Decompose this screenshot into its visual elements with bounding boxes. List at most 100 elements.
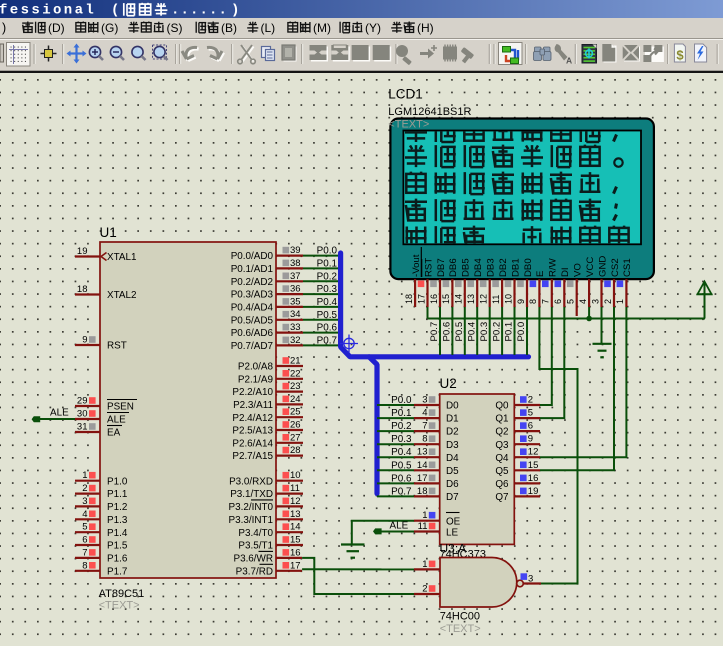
- svg-text:17: 17: [290, 560, 301, 571]
- svg-text:$: $: [676, 48, 684, 63]
- svg-text:RST: RST: [107, 341, 127, 352]
- svg-text:P1.2: P1.2: [107, 502, 127, 513]
- svg-text:30: 30: [77, 409, 88, 420]
- svg-text:P3.6/WR: P3.6/WR: [233, 554, 273, 565]
- svg-text:A: A: [566, 56, 572, 66]
- svg-text:39: 39: [290, 245, 301, 256]
- svg-text:P0.2/AD2: P0.2/AD2: [231, 277, 273, 288]
- svg-text:AT89C51: AT89C51: [99, 588, 145, 600]
- svg-text:D1: D1: [446, 414, 459, 425]
- svg-text:21: 21: [290, 356, 301, 367]
- svg-text:LCD1: LCD1: [388, 87, 423, 102]
- svg-text:DB7: DB7: [436, 258, 447, 277]
- svg-text:9: 9: [82, 335, 87, 346]
- svg-text:8: 8: [422, 434, 427, 445]
- svg-text:16: 16: [290, 547, 301, 558]
- svg-text:17: 17: [416, 294, 426, 304]
- svg-text:9: 9: [528, 434, 533, 445]
- svg-text:11: 11: [491, 295, 501, 304]
- svg-text:GND: GND: [597, 256, 608, 277]
- svg-text:P0.7: P0.7: [429, 322, 440, 342]
- svg-text:74HC00: 74HC00: [440, 611, 480, 623]
- svg-text:2: 2: [528, 395, 533, 406]
- svg-text:DI: DI: [560, 267, 571, 277]
- svg-text:4: 4: [422, 408, 427, 419]
- svg-text:12: 12: [528, 447, 539, 458]
- svg-text:12: 12: [479, 294, 489, 304]
- svg-text:(M): (M): [313, 21, 331, 35]
- svg-text:14: 14: [454, 294, 464, 304]
- svg-text:E: E: [535, 271, 546, 277]
- svg-text:P0.7/AD7: P0.7/AD7: [231, 341, 273, 352]
- svg-text:P1.0: P1.0: [107, 476, 128, 487]
- svg-text:P0.3: P0.3: [391, 434, 412, 445]
- svg-text:P0.1/AD1: P0.1/AD1: [231, 264, 274, 275]
- svg-text:P3.5/T1: P3.5/T1: [238, 541, 273, 552]
- svg-text:P3.1/TXD: P3.1/TXD: [230, 489, 273, 500]
- svg-text:P0.5: P0.5: [391, 460, 412, 471]
- svg-text:6: 6: [82, 535, 87, 546]
- svg-text:LE: LE: [446, 528, 458, 539]
- svg-text:Q3: Q3: [495, 440, 509, 451]
- svg-text:(Y): (Y): [365, 21, 381, 35]
- svg-text:3: 3: [528, 574, 533, 585]
- svg-text:15: 15: [441, 294, 451, 304]
- svg-text:D3: D3: [446, 440, 459, 451]
- svg-text:18: 18: [404, 294, 414, 304]
- svg-text:P0.3: P0.3: [479, 322, 490, 342]
- svg-text:38: 38: [290, 258, 301, 269]
- svg-text:CS1: CS1: [622, 258, 633, 277]
- svg-text:P0.6/AD6: P0.6/AD6: [231, 328, 274, 339]
- svg-text:CS2: CS2: [610, 258, 621, 277]
- svg-text:14: 14: [417, 460, 428, 471]
- svg-text:P0.1: P0.1: [391, 408, 412, 419]
- svg-text:DB2: DB2: [498, 258, 509, 277]
- svg-text:13: 13: [417, 447, 428, 458]
- svg-text:2: 2: [82, 483, 87, 494]
- svg-text:7: 7: [422, 421, 427, 432]
- svg-text:DB1: DB1: [510, 258, 521, 277]
- svg-text:3: 3: [590, 299, 600, 304]
- svg-text:P0.5: P0.5: [454, 322, 465, 342]
- svg-text:P1.4: P1.4: [107, 528, 128, 539]
- svg-text:<TEXT>: <TEXT>: [440, 623, 481, 635]
- svg-text:P0.7: P0.7: [391, 486, 411, 497]
- svg-text:P2.6/A14: P2.6/A14: [232, 438, 273, 449]
- svg-text:13: 13: [290, 509, 301, 520]
- svg-text:7: 7: [82, 547, 87, 558]
- svg-text:(H): (H): [417, 21, 434, 35]
- svg-text:35: 35: [290, 296, 301, 307]
- svg-text:28: 28: [290, 445, 301, 456]
- svg-text:P0.4/AD4: P0.4/AD4: [231, 303, 274, 314]
- svg-text:Q1: Q1: [495, 414, 509, 425]
- svg-text:18: 18: [417, 486, 428, 497]
- svg-text:1: 1: [422, 559, 427, 570]
- svg-text:4: 4: [82, 509, 87, 520]
- svg-text:4: 4: [578, 299, 588, 304]
- svg-text:6: 6: [528, 421, 533, 432]
- svg-text:1: 1: [422, 510, 427, 521]
- svg-text:P0.6: P0.6: [317, 323, 338, 334]
- svg-text:P0.4: P0.4: [466, 321, 477, 341]
- svg-text:P1.3: P1.3: [107, 515, 128, 526]
- svg-text:ALE: ALE: [107, 415, 126, 426]
- svg-text:RST: RST: [423, 258, 434, 277]
- svg-text:DB0: DB0: [523, 258, 534, 277]
- svg-text:ALE: ALE: [50, 408, 69, 419]
- svg-text:P0.2: P0.2: [391, 421, 411, 432]
- svg-text:P0.7: P0.7: [317, 335, 337, 346]
- svg-text:P0.3: P0.3: [317, 284, 338, 295]
- svg-text:<TEXT>: <TEXT>: [99, 600, 140, 612]
- svg-text:13: 13: [466, 294, 476, 304]
- svg-text:25: 25: [290, 407, 301, 418]
- svg-text:(B): (B): [221, 21, 237, 35]
- svg-text:P0.5/AD5: P0.5/AD5: [231, 315, 274, 326]
- svg-text:P2.5/A13: P2.5/A13: [232, 426, 273, 437]
- svg-text:19: 19: [528, 486, 539, 497]
- svg-text:(S): (S): [167, 21, 183, 35]
- svg-text:5: 5: [566, 299, 576, 304]
- svg-text:D4: D4: [446, 453, 459, 464]
- svg-text:8: 8: [528, 299, 538, 304]
- svg-text:27: 27: [290, 432, 301, 443]
- svg-text:D5: D5: [446, 466, 459, 477]
